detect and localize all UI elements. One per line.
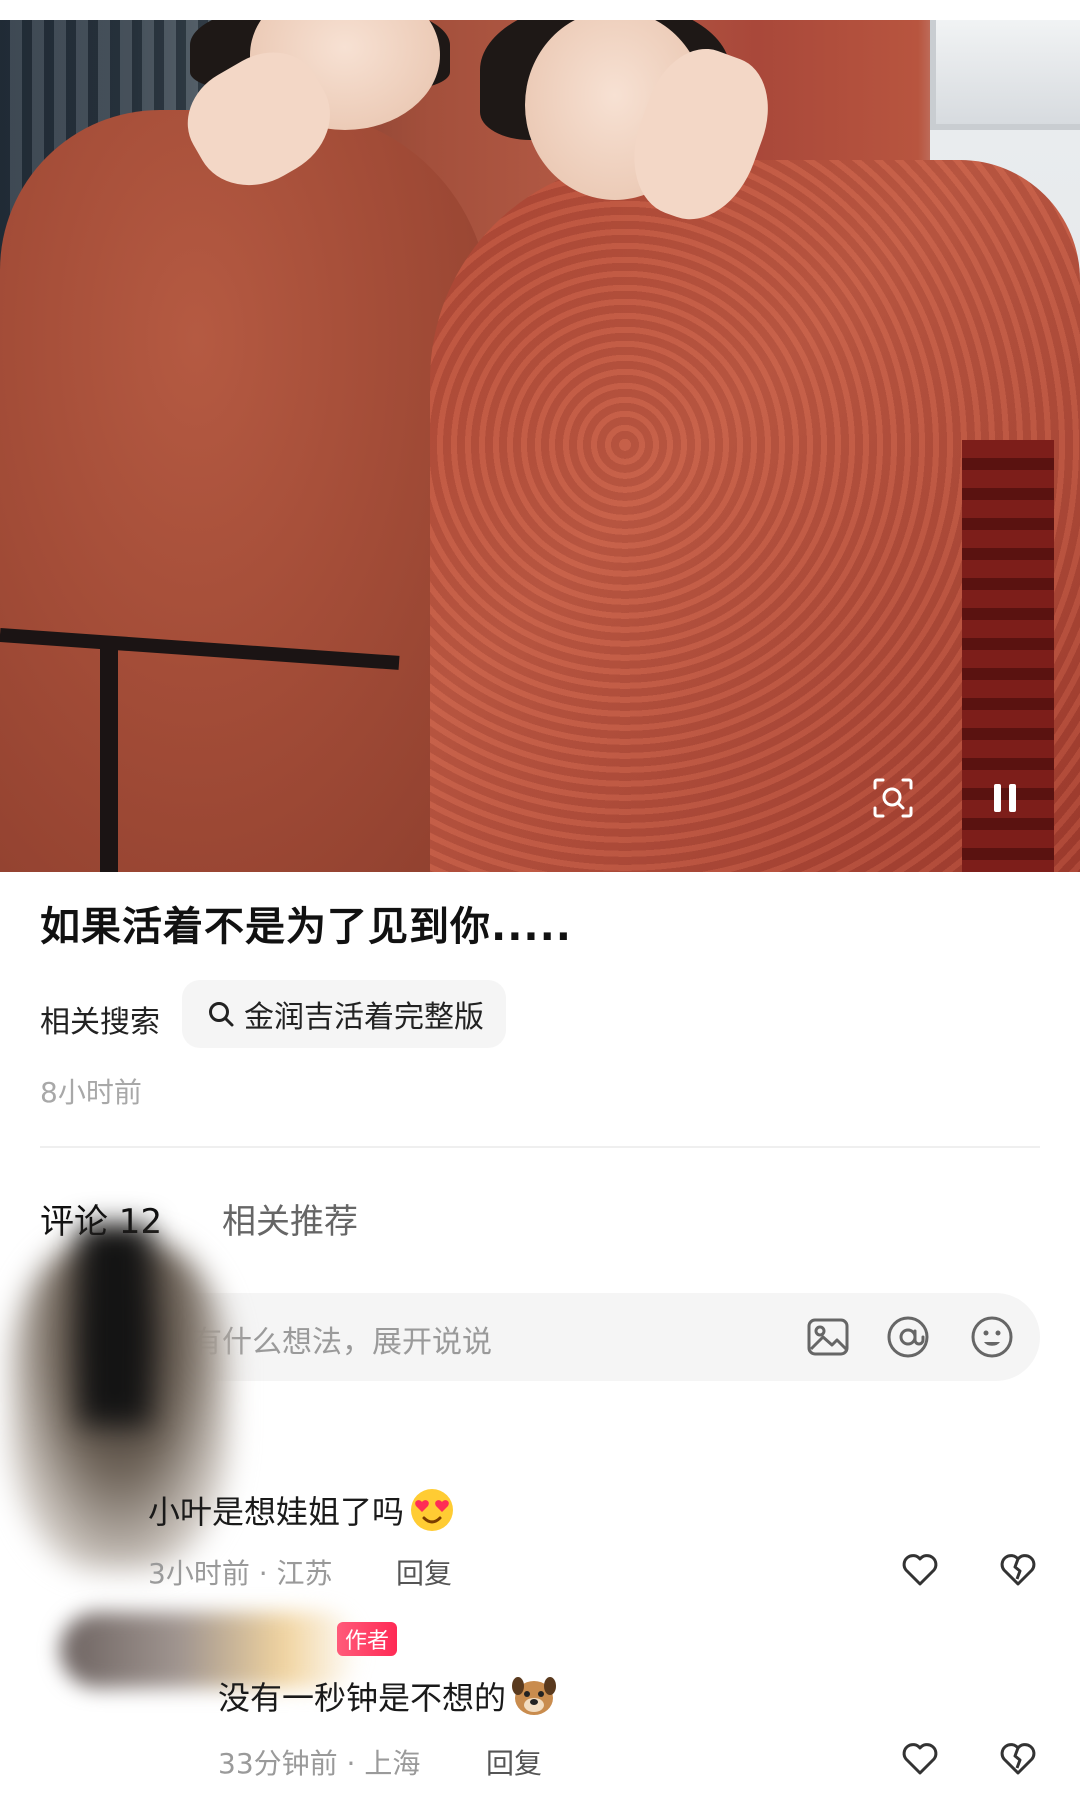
comment-1-reply-button[interactable]: 回复 — [396, 1552, 452, 1592]
pause-button[interactable] — [975, 768, 1035, 828]
window-decor — [930, 20, 1080, 130]
comment-2-reply-button[interactable]: 回复 — [486, 1742, 542, 1782]
emoji-icon[interactable] — [968, 1313, 1016, 1361]
comment-1-text: 小叶是想娃姐了吗 — [148, 1486, 456, 1534]
heart-eyes-emoji — [411, 1489, 454, 1531]
related-search-query: 金润吉活着完整版 — [244, 1000, 484, 1035]
search-icon — [209, 1002, 234, 1027]
author-badge: 作者 — [337, 1622, 398, 1656]
tab-related[interactable]: 相关推荐 — [222, 1194, 358, 1243]
image-search-icon — [873, 778, 913, 818]
blurred-avatar-detail — [80, 1225, 150, 1425]
comment-2-body: 没有一秒钟是不想的 — [218, 1679, 507, 1717]
like-icon[interactable] — [898, 1735, 942, 1779]
dislike-icon[interactable] — [996, 1546, 1040, 1590]
dog-emoji — [512, 1677, 557, 1715]
tie-decor — [100, 640, 118, 872]
comment-input[interactable]: 有什么想法，展开说说 — [112, 1293, 1040, 1381]
comment-2-meta: 33分钟前 · 上海 — [218, 1747, 421, 1780]
comment-2-text: 没有一秒钟是不想的 — [218, 1672, 558, 1720]
image-icon[interactable] — [804, 1313, 852, 1361]
dislike-icon[interactable] — [996, 1735, 1040, 1779]
comment-placeholder: 有什么想法，展开说说 — [192, 1325, 492, 1360]
pause-icon — [994, 784, 1016, 812]
post-time: 8小时前 — [40, 1076, 142, 1109]
at-icon[interactable] — [884, 1313, 932, 1361]
post-image[interactable] — [0, 20, 1080, 872]
related-search-label: 相关搜索 — [40, 1005, 160, 1040]
top-strip — [0, 0, 1080, 20]
related-search-chip[interactable]: 金润吉活着完整版 — [182, 980, 506, 1048]
like-icon[interactable] — [898, 1546, 942, 1590]
comment-1-meta: 3小时前 · 江苏 — [148, 1557, 333, 1590]
robe-left-decor — [0, 110, 490, 872]
post-title: 如果活着不是为了见到你..... — [40, 904, 572, 950]
divider — [40, 1146, 1040, 1148]
comment-1-body: 小叶是想娃姐了吗 — [148, 1493, 405, 1531]
image-search-button[interactable] — [863, 768, 923, 828]
